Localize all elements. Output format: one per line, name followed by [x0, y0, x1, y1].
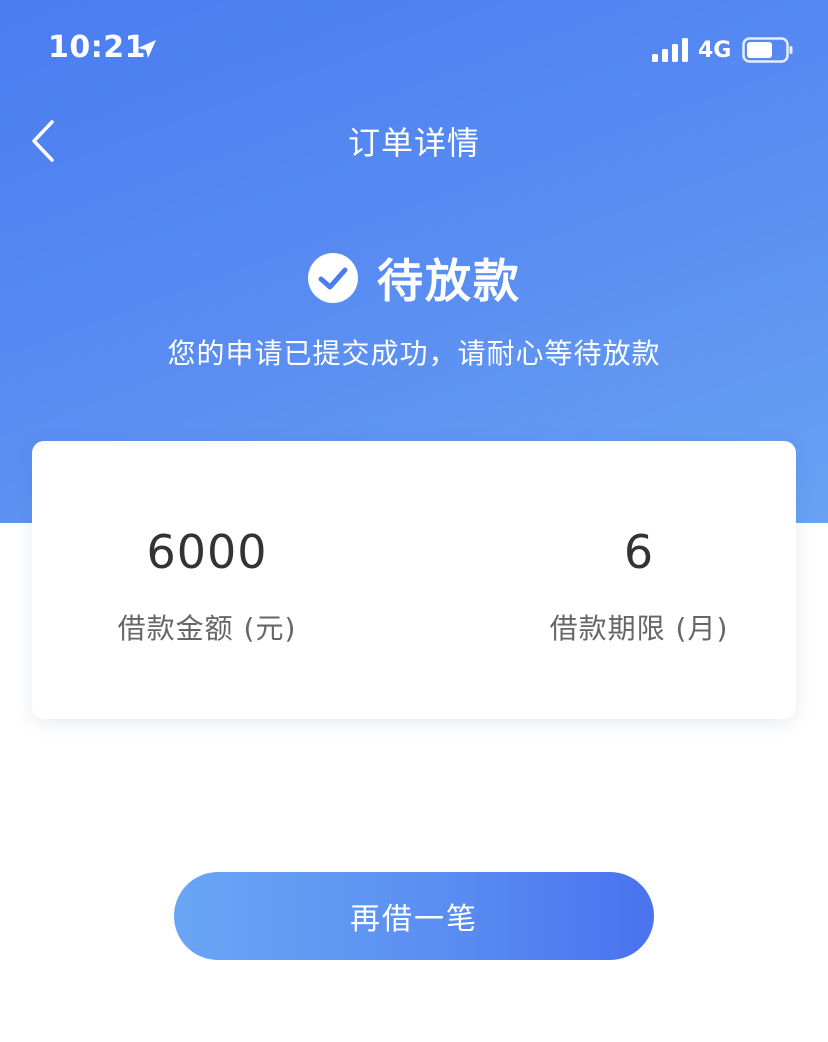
- order-status-header: 待放款: [0, 246, 828, 310]
- loan-term-stat: 6 借款期限 (月): [414, 441, 796, 719]
- loan-amount-label: 借款金额 (元): [117, 612, 297, 645]
- loan-term-value: 6: [623, 525, 655, 579]
- borrow-again-button[interactable]: 再借一笔: [174, 872, 654, 960]
- status-time: 10:21: [48, 30, 146, 65]
- order-detail-page: 10:21 4G 订单详情 待放款 您的申请已提交成功，请耐心等待放款 6000: [0, 0, 828, 1042]
- signal-bars-icon: [652, 38, 688, 62]
- battery-icon: [742, 37, 793, 63]
- loan-amount-value: 6000: [146, 525, 268, 579]
- loan-term-label: 借款期限 (月): [549, 612, 729, 645]
- network-type-label: 4G: [698, 38, 732, 63]
- location-arrow-icon: [138, 40, 156, 58]
- loan-amount-stat: 6000 借款金额 (元): [32, 441, 414, 719]
- page-title: 订单详情: [347, 124, 480, 162]
- loan-summary-card: 6000 借款金额 (元) 6 借款期限 (月): [32, 441, 796, 719]
- order-status-description: 您的申请已提交成功，请耐心等待放款: [167, 337, 661, 370]
- check-circle-icon: [308, 253, 358, 303]
- order-status-title: 待放款: [377, 254, 521, 308]
- status-bar: 10:21 4G: [0, 0, 828, 100]
